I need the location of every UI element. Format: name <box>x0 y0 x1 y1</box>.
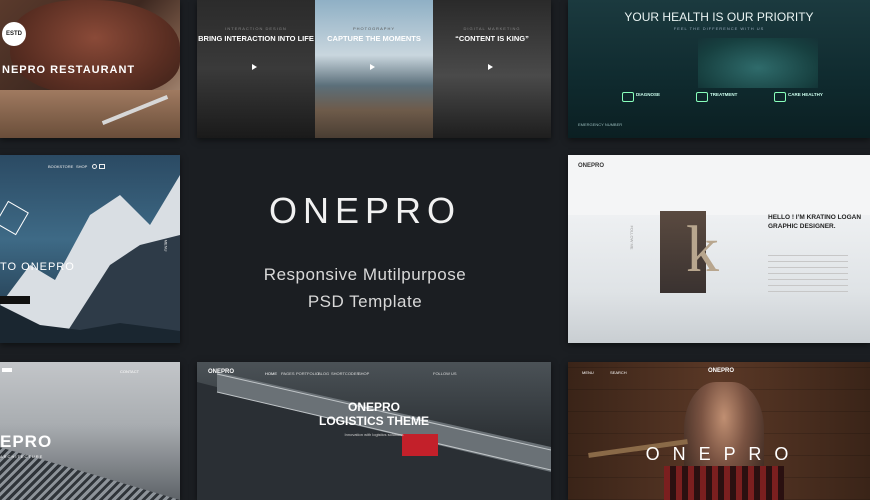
health-col-diagnose: DIAGNOSE <box>636 92 661 97</box>
diagnose-icon <box>622 92 634 102</box>
hero-subtitle-line1: Responsive Mutilpurpose <box>263 265 467 284</box>
services-tile[interactable]: INTERACTION DESIGN BRING INTERACTION INT… <box>197 0 551 138</box>
health-title: YOUR HEALTH IS OUR PRIORITY <box>624 10 814 24</box>
portfolio-text-lines <box>768 255 848 295</box>
badge-icon: ESTD <box>2 22 26 46</box>
logistics-nav-shortcodes[interactable]: SHORTCODES <box>331 371 359 376</box>
service-panel-photography[interactable]: PHOTOGRAPHY CAPTURE THE MOMENTS <box>315 0 433 138</box>
meat-shape <box>10 0 180 95</box>
logistics-nav-portfolio[interactable]: PORTFOLIO <box>296 371 319 376</box>
panel-top-label: PHOTOGRAPHY <box>352 26 396 31</box>
board-shape <box>0 90 180 138</box>
cart-icon[interactable] <box>99 164 105 169</box>
restaurant-tile[interactable]: ESTD NEPRO RESTAURANT <box>0 0 180 138</box>
shirt-shape <box>664 466 784 500</box>
mountain-title: TO ONEPRO <box>0 261 75 273</box>
arch-logo-icon <box>2 368 12 372</box>
hero-title: ONEPRO <box>268 190 462 231</box>
mountain-shape <box>0 175 180 343</box>
barber-search-button[interactable]: SEARCH <box>610 370 627 375</box>
health-col-care: CARE HEALTHY <box>788 92 823 97</box>
hero-subtitle-line2: PSD Template <box>307 292 423 311</box>
logistics-follow: FOLLOW US <box>433 371 457 376</box>
logistics-title-line1: ONEPRO <box>347 400 400 414</box>
treatment-icon <box>696 92 708 102</box>
portfolio-logo: ONEPRO <box>578 163 605 169</box>
mountain-side-label: MENU <box>163 239 169 252</box>
arch-tagline: ARCHITECTURE <box>0 454 44 459</box>
care-icon <box>774 92 786 102</box>
barber-logo: ONEPRO <box>708 368 735 374</box>
emergency-label: EMERGENCY NUMBER <box>578 122 623 127</box>
play-icon[interactable] <box>252 64 257 70</box>
logistics-nav-pages[interactable]: PAGES <box>281 371 295 376</box>
barber-menu-button[interactable]: MENU <box>582 370 594 375</box>
logistics-nav-shop[interactable]: SHOP <box>358 371 369 376</box>
mountain-tile[interactable]: TO ONEPRO BOOKSTORE SHOP MENU <box>0 155 180 343</box>
panel-heading: BRING INTERACTION INTO LIFE <box>198 34 314 43</box>
logistics-logo: ONEPRO <box>208 369 235 375</box>
health-tile[interactable]: YOUR HEALTH IS OUR PRIORITY FEEL THE DIF… <box>568 0 870 138</box>
logistics-tile[interactable]: ONEPRO HOME PAGES PORTFOLIO BLOG SHORTCO… <box>197 362 551 500</box>
panel-heading: CAPTURE THE MOMENTS <box>327 34 421 43</box>
logistics-title-line2: LOGISTICS THEME <box>318 414 429 428</box>
panel-top-label: DIGITAL MARKETING <box>463 26 521 31</box>
bridge-shape <box>197 372 551 500</box>
portfolio-greeting: HELLO ! I’M KRATINO LOGAN <box>768 214 862 221</box>
restaurant-title: NEPRO RESTAURANT <box>2 64 136 76</box>
surgeons-shape <box>698 38 818 88</box>
service-panel-interaction[interactable]: INTERACTION DESIGN BRING INTERACTION INT… <box>197 0 315 138</box>
panel-heading: “CONTENT IS KING” <box>455 34 529 43</box>
portfolio-tile[interactable]: ONEPRO k HELLO ! I’M KRATINO LOGAN GRAPH… <box>568 155 870 343</box>
truck-icon <box>402 434 438 456</box>
mountain-cta-button[interactable] <box>0 296 30 304</box>
mountain-nav-item-0[interactable]: BOOKSTORE <box>48 164 73 169</box>
architecture-tile[interactable]: EPRO ARCHITECTURE CONTACT <box>0 362 180 500</box>
logistics-nav-home[interactable]: HOME <box>265 371 277 376</box>
logistics-tagline: Innovation with logistics solutions <box>344 432 404 437</box>
play-icon[interactable] <box>370 64 375 70</box>
health-col-treatment: TREATMENT <box>710 92 738 97</box>
play-icon[interactable] <box>488 64 493 70</box>
portfolio-side-label: FOLLOW ME <box>629 225 635 250</box>
arch-title: EPRO <box>0 432 53 451</box>
service-panel-marketing[interactable]: DIGITAL MARKETING “CONTENT IS KING” <box>433 0 551 138</box>
arch-nav-contact[interactable]: CONTACT <box>120 369 139 374</box>
barber-tile[interactable]: ONEPRO MENU SEARCH O N E P R O <box>568 362 870 500</box>
barber-title: O N E P R O <box>645 444 793 464</box>
portfolio-role: GRAPHIC DESIGNER. <box>768 223 836 230</box>
mountain-nav-item-1[interactable]: SHOP <box>76 164 87 169</box>
search-icon[interactable] <box>92 164 97 169</box>
panel-top-label: INTERACTION DESIGN <box>225 26 287 31</box>
letter-k-shape: k <box>686 213 719 286</box>
logistics-nav-blog[interactable]: BLOG <box>318 371 329 376</box>
health-subtitle: FEEL THE DIFFERENCE WITH US <box>673 26 765 31</box>
